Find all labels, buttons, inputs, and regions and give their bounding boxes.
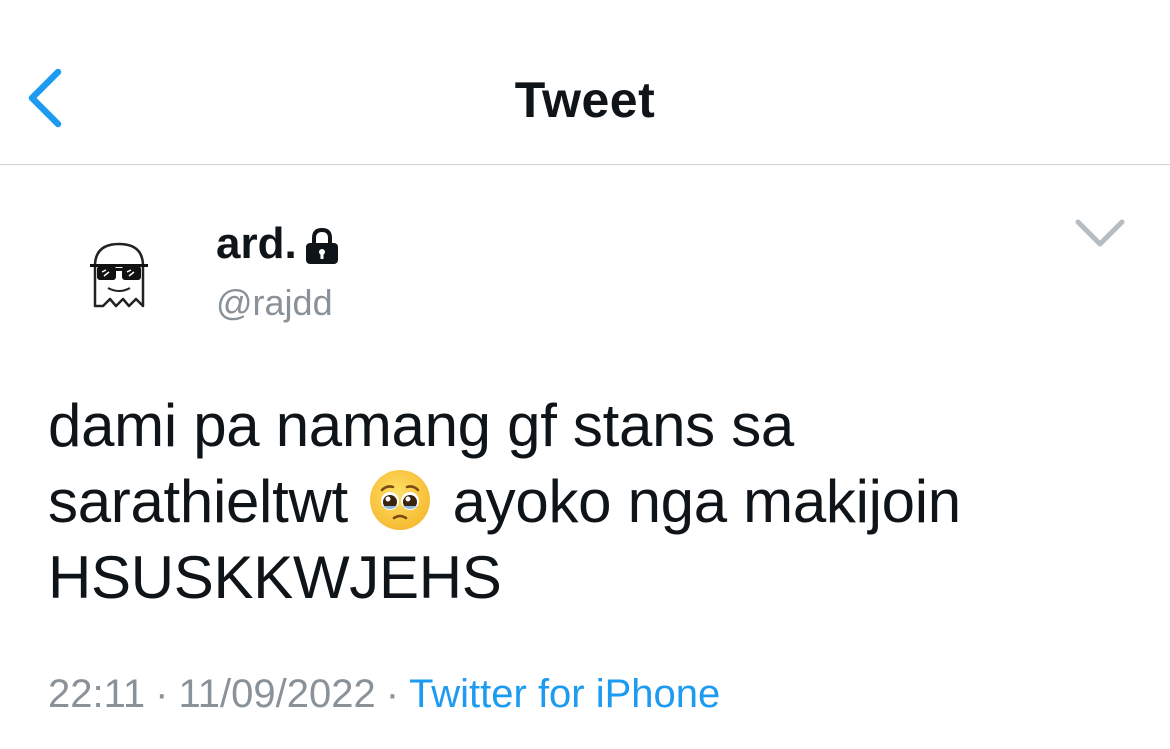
tweet-text-line: HSUSKKWJEHS	[48, 544, 502, 611]
chevron-down-icon[interactable]	[1070, 212, 1130, 256]
page-title: Tweet	[514, 72, 656, 128]
tweet-text-segment: ayoko nga makijoin	[452, 468, 962, 535]
lock-icon	[305, 227, 338, 264]
author-name-row[interactable]: ard.	[216, 218, 341, 270]
tweet-date: 11/09/2022	[178, 672, 376, 716]
author-display-name: ard.	[216, 219, 297, 268]
tweet-text-line: dami pa namang gf stans sa	[48, 392, 794, 459]
avatar[interactable]	[60, 220, 178, 338]
ghost-with-sunglasses-icon	[90, 242, 148, 308]
meta-separator: ·	[155, 672, 169, 716]
tweet-text: dami pa namang gf stans sa sarathieltwt …	[48, 388, 1128, 616]
tweet-time: 22:11	[48, 672, 146, 716]
tweet-source-link[interactable]: Twitter for iPhone	[409, 672, 720, 716]
author-handle[interactable]: @rajdd	[216, 282, 333, 324]
tweet-metadata: 22:11 · 11/09/2022 · Twitter for iPhone	[48, 670, 720, 718]
tweet-text-segment: sarathieltwt	[48, 468, 348, 535]
tweet-text-line: sarathieltwt ayoko nga makijoin	[48, 464, 1128, 540]
meta-separator: ·	[385, 672, 400, 716]
pleading-face-emoji	[370, 470, 431, 530]
top-navigation-bar: Tweet	[0, 0, 1170, 165]
